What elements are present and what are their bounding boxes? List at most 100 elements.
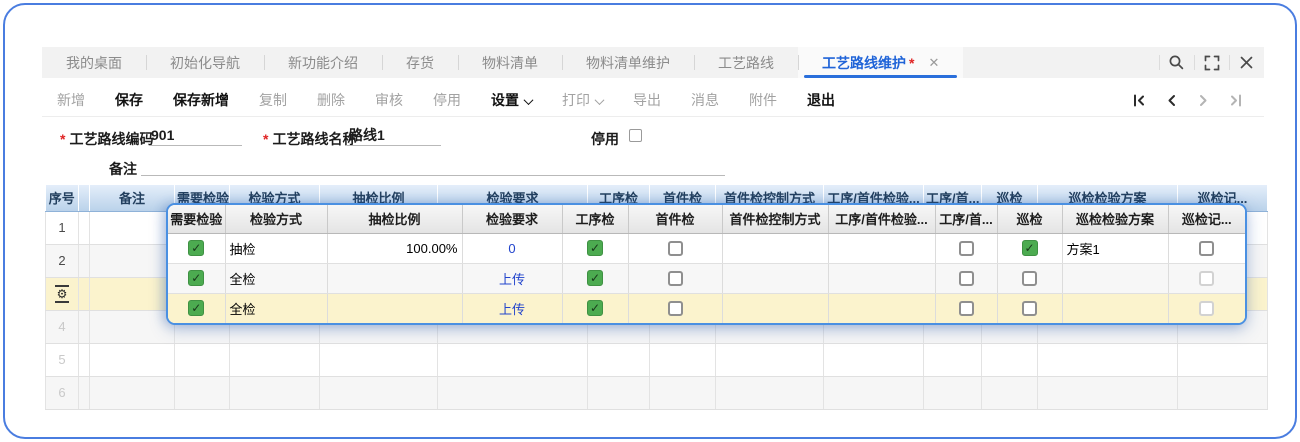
patrol-checkbox[interactable] (1022, 271, 1037, 286)
remark-cell[interactable] (90, 376, 175, 409)
grid-cell[interactable] (824, 343, 924, 376)
grid-cell[interactable] (1038, 343, 1178, 376)
grid-cell[interactable] (320, 343, 438, 376)
inspection-method-cell[interactable]: 全检 (225, 293, 327, 323)
grid-cell[interactable] (175, 343, 230, 376)
tab-process-route-maintain[interactable]: 工艺路线维护 * ✕ (798, 47, 963, 78)
inspection-method-cell[interactable]: 全检 (225, 263, 327, 293)
process-first-checkbox[interactable] (959, 301, 974, 316)
process-first-checkbox[interactable] (959, 241, 974, 256)
need-inspection-checkbox[interactable] (188, 240, 204, 256)
remark-input[interactable] (141, 156, 725, 176)
row-number[interactable]: ⚙ (46, 277, 79, 310)
remark-cell[interactable] (90, 310, 175, 343)
process-inspection-checkbox[interactable] (587, 300, 603, 316)
remark-cell[interactable] (90, 277, 175, 310)
patrol-record-checkbox[interactable] (1199, 241, 1214, 256)
exit-button[interactable]: 退出 (792, 90, 850, 110)
route-name-input[interactable]: 路线1 (347, 126, 441, 146)
grid-cell[interactable] (175, 376, 230, 409)
grid-cell[interactable] (650, 343, 716, 376)
row-number[interactable]: 6 (46, 376, 79, 409)
grid-cell[interactable] (588, 376, 650, 409)
grid-cell[interactable] (824, 376, 924, 409)
grid-cell[interactable] (982, 376, 1038, 409)
col-header-remark[interactable]: 备注 (90, 185, 175, 211)
requirement-link[interactable]: 上传 (499, 302, 525, 317)
row-number[interactable]: 4 (46, 310, 79, 343)
process-inspection-checkbox[interactable] (587, 270, 603, 286)
process-first-checkbox[interactable] (959, 271, 974, 286)
patrol-plan-cell[interactable] (1062, 293, 1168, 323)
grid-cell[interactable] (716, 376, 824, 409)
col-header-inspection-method[interactable]: 检验方式 (225, 205, 327, 233)
col-header-seq[interactable]: 序号 (46, 185, 79, 211)
grid-cell[interactable] (230, 343, 320, 376)
editing-row-gear-icon[interactable]: ⚙ (55, 285, 70, 303)
tab-init-nav[interactable]: 初始化导航 (146, 47, 264, 78)
row-number[interactable]: 5 (46, 343, 79, 376)
grid-cell[interactable] (1038, 376, 1178, 409)
requirement-link[interactable]: 0 (508, 241, 515, 256)
patrol-checkbox[interactable] (1022, 240, 1038, 256)
tab-my-desktop[interactable]: 我的桌面 (42, 47, 146, 78)
first-piece-checkbox[interactable] (668, 301, 683, 316)
row-number[interactable]: 1 (46, 211, 79, 244)
inspection-method-cell[interactable]: 抽检 (225, 233, 327, 263)
first-piece-checkbox[interactable] (668, 241, 683, 256)
tab-new-features[interactable]: 新功能介绍 (264, 47, 382, 78)
grid-cell[interactable] (924, 343, 982, 376)
requirement-link[interactable]: 上传 (499, 272, 525, 287)
grid-cell[interactable] (1178, 343, 1268, 376)
grid-cell[interactable] (320, 376, 438, 409)
patrol-plan-cell[interactable] (1062, 263, 1168, 293)
col-header-patrol[interactable]: 巡检 (997, 205, 1062, 233)
tab-bom-maintain[interactable]: 物料清单维护 (562, 47, 694, 78)
grid-cell[interactable] (588, 343, 650, 376)
sampling-ratio-cell[interactable] (327, 293, 462, 323)
remark-cell[interactable] (90, 343, 175, 376)
disable-flag-checkbox[interactable] (629, 129, 642, 142)
col-header-process-first[interactable]: 工序/首... (935, 205, 997, 233)
process-inspection-checkbox[interactable] (587, 240, 603, 256)
row-number[interactable]: 2 (46, 244, 79, 277)
remark-cell[interactable] (90, 244, 175, 277)
col-header-need-inspection[interactable]: 需要检验 (168, 205, 225, 233)
col-header-process-inspection[interactable]: 工序检 (562, 205, 628, 233)
grid-cell[interactable] (438, 376, 588, 409)
col-header-process-first-plan[interactable]: 工序/首件检验... (828, 205, 935, 233)
process-first-plan-cell[interactable] (828, 293, 935, 323)
process-first-plan-cell[interactable] (828, 233, 935, 263)
close-icon[interactable] (1229, 47, 1264, 78)
grid-cell[interactable] (650, 376, 716, 409)
route-code-input[interactable]: 901 (149, 126, 242, 146)
prev-record-icon[interactable] (1160, 89, 1182, 111)
process-first-plan-cell[interactable] (828, 263, 935, 293)
grid-cell[interactable] (230, 376, 320, 409)
remark-cell[interactable] (90, 211, 175, 244)
tab-inventory[interactable]: 存货 (382, 47, 458, 78)
grid-cell[interactable] (438, 343, 588, 376)
grid-cell[interactable] (924, 376, 982, 409)
grid-cell[interactable] (982, 343, 1038, 376)
sampling-ratio-cell[interactable]: 100.00% (327, 233, 462, 263)
first-piece-control-cell[interactable] (722, 293, 828, 323)
col-header-sampling-ratio[interactable]: 抽检比例 (327, 205, 462, 233)
sampling-ratio-cell[interactable] (327, 263, 462, 293)
tab-process-route[interactable]: 工艺路线 (694, 47, 798, 78)
settings-dropdown-button[interactable]: 设置 (476, 90, 547, 110)
save-button[interactable]: 保存 (100, 90, 158, 110)
grid-cell[interactable] (716, 343, 824, 376)
patrol-checkbox[interactable] (1022, 301, 1037, 316)
col-header-patrol-plan[interactable]: 巡检检验方案 (1062, 205, 1168, 233)
need-inspection-checkbox[interactable] (188, 300, 204, 316)
col-header-first-piece[interactable]: 首件检 (628, 205, 722, 233)
fullscreen-icon[interactable] (1194, 47, 1229, 78)
col-header-first-piece-control[interactable]: 首件检控制方式 (722, 205, 828, 233)
col-header-patrol-record[interactable]: 巡检记... (1168, 205, 1245, 233)
first-piece-control-cell[interactable] (722, 263, 828, 293)
first-record-icon[interactable] (1128, 89, 1150, 111)
need-inspection-checkbox[interactable] (188, 270, 204, 286)
grid-cell[interactable] (1178, 376, 1268, 409)
patrol-plan-cell[interactable]: 方案1 (1062, 233, 1168, 263)
